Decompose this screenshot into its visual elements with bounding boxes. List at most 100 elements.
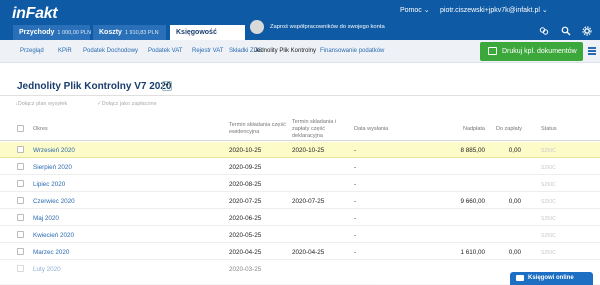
row-okres-link[interactable]: Maj 2020 bbox=[33, 215, 59, 222]
row-do-zaplaty: 0,00 bbox=[508, 147, 521, 154]
app-logo[interactable]: inFakt bbox=[12, 5, 58, 23]
row-termin-ewid: 2020-09-25 bbox=[229, 164, 262, 171]
user-menu[interactable]: piotr.ciszewski+jpkv7k@infakt.pl ⌄ bbox=[440, 6, 548, 14]
chat-bubble-icon bbox=[516, 275, 524, 281]
row-checkbox[interactable] bbox=[17, 248, 24, 255]
row-okres-link[interactable]: Wrzesień 2020 bbox=[33, 147, 75, 154]
row-checkbox[interactable] bbox=[17, 231, 24, 238]
tab-przychody[interactable]: Przychody 1 000,00 PLN bbox=[13, 25, 92, 40]
row-status: SZKIC bbox=[541, 216, 556, 222]
row-okres-link[interactable]: Lipiec 2020 bbox=[33, 181, 65, 188]
bulk-action-label: Dołącz plan wysyłek bbox=[17, 101, 68, 107]
row-status: SZKIC bbox=[541, 233, 556, 239]
row-checkbox[interactable] bbox=[17, 197, 24, 204]
bulk-action-label: Dołącz jako zapłacone bbox=[101, 101, 157, 107]
table-row[interactable]: Lipiec 2020 2020-08-25 - SZKIC bbox=[0, 176, 600, 192]
bulk-action-paid[interactable]: ✓ Dołącz jako zapłacone bbox=[97, 101, 157, 107]
tab-amount: 1 000,00 PLN bbox=[57, 30, 92, 36]
row-termin-ewid: 2020-10-25 bbox=[229, 147, 262, 154]
row-termin-ewid: 2020-06-25 bbox=[229, 215, 262, 222]
help-link[interactable]: Pomoc ⌄ bbox=[400, 6, 430, 14]
row-data-wyslania: - bbox=[354, 249, 357, 256]
row-data-wyslania: - bbox=[354, 198, 357, 205]
row-okres-link[interactable]: Kwiecień 2020 bbox=[33, 232, 74, 239]
header-nadplata[interactable]: Nadpłata bbox=[448, 126, 485, 133]
row-data-wyslania: - bbox=[354, 181, 357, 188]
chat-label: Księgowi online bbox=[528, 275, 574, 281]
row-okres-link[interactable]: Marzec 2020 bbox=[33, 249, 69, 256]
row-termin-ewid: 2020-07-25 bbox=[229, 198, 262, 205]
row-termin-dekl: 2020-10-25 bbox=[292, 147, 325, 154]
table-row[interactable]: Maj 2020 2020-06-25 - SZKIC bbox=[0, 210, 600, 226]
row-status: SZKIC bbox=[541, 148, 556, 154]
divider bbox=[0, 95, 600, 96]
row-data-wyslania: - bbox=[354, 215, 357, 222]
row-status: SZKIC bbox=[541, 182, 556, 188]
header-termin-dekl[interactable]: Termin składania i zapłaty część deklara… bbox=[292, 119, 350, 140]
subnav-przeglad[interactable]: Przegląd bbox=[20, 48, 44, 54]
row-checkbox[interactable] bbox=[17, 163, 24, 170]
table-row[interactable]: Kwiecień 2020 2020-05-25 - SZKIC bbox=[0, 227, 600, 243]
top-bar: inFakt Przychody 1 000,00 PLN Koszty 1 910… bbox=[0, 0, 600, 40]
table-header: Okres Termin składania część ewidencyjna… bbox=[0, 114, 600, 141]
top-links: Pomoc ⌄ piotr.ciszewski+jpkv7k@infakt.pl… bbox=[400, 6, 600, 20]
search-icon[interactable] bbox=[561, 26, 571, 36]
menu-icon[interactable] bbox=[588, 47, 596, 55]
row-status: SZKIC bbox=[541, 199, 556, 205]
header-status[interactable]: Status bbox=[541, 126, 557, 133]
subnav-podatek-dochodowy[interactable]: Podatek Dochodowy bbox=[83, 48, 138, 54]
row-checkbox[interactable] bbox=[17, 265, 24, 272]
row-status: SZKIC bbox=[541, 165, 556, 171]
header-data-wyslania[interactable]: Data wysłania bbox=[354, 126, 388, 133]
row-nadplata: 8 885,00 bbox=[460, 147, 485, 154]
tab-koszty[interactable]: Koszty 1 910,83 PLN bbox=[93, 25, 166, 40]
row-data-wyslania: - bbox=[354, 164, 357, 171]
subnav-jpk[interactable]: Jednolity Plik Kontrolny bbox=[254, 48, 316, 54]
row-termin-ewid: 2020-08-25 bbox=[229, 181, 262, 188]
header-termin-ewid[interactable]: Termin składania część ewidencyjna bbox=[229, 122, 287, 136]
chat-widget[interactable]: Księgowi online bbox=[510, 272, 593, 285]
print-button-label: Drukuj kpl. dokumentów bbox=[502, 48, 577, 55]
row-okres-link[interactable]: Sierpień 2020 bbox=[33, 164, 72, 171]
row-data-wyslania: - bbox=[354, 232, 357, 239]
row-checkbox[interactable] bbox=[17, 146, 24, 153]
gear-icon[interactable] bbox=[582, 26, 592, 36]
row-do-zaplaty: 0,00 bbox=[508, 198, 521, 205]
table-row[interactable]: Czerwiec 2020 2020-07-25 2020-07-25 - 9 … bbox=[0, 193, 600, 209]
tab-label: Koszty bbox=[99, 29, 122, 36]
select-all-checkbox[interactable] bbox=[17, 125, 24, 132]
subnav-kpir[interactable]: KPiR bbox=[58, 48, 72, 54]
printer-icon bbox=[488, 47, 497, 55]
subnav-rejestr-vat[interactable]: Rejestr VAT bbox=[192, 48, 223, 54]
row-data-wyslania: - bbox=[354, 147, 357, 154]
row-termin-dekl: 2020-07-25 bbox=[292, 198, 325, 205]
bulk-action-schedule[interactable]: ↓ Dołącz plan wysyłek bbox=[15, 101, 67, 107]
invite-text: Zaproś współpracowników do swojego konta bbox=[270, 24, 385, 30]
table-row[interactable]: Wrzesień 2020 2020-10-25 2020-10-25 - 8 … bbox=[0, 142, 600, 158]
subnav-finansowanie[interactable]: Finansowanie podatków bbox=[320, 48, 384, 54]
subnav-podatek-vat[interactable]: Podatek VAT bbox=[148, 48, 182, 54]
year-dropdown[interactable]: ▾ bbox=[162, 81, 172, 91]
row-okres-link[interactable]: Czerwiec 2020 bbox=[33, 198, 75, 205]
top-icons bbox=[520, 26, 600, 38]
tab-ksiegowosc[interactable]: Księgowość bbox=[170, 25, 245, 40]
page-title: Jednolity Plik Kontrolny V7 2020 bbox=[17, 81, 172, 92]
tab-amount: 1 910,83 PLN bbox=[124, 30, 159, 36]
row-nadplata: 1 610,00 bbox=[460, 249, 485, 256]
print-documents-button[interactable]: Drukuj kpl. dokumentów bbox=[480, 42, 583, 61]
row-status: SZKIC bbox=[541, 250, 556, 256]
row-termin-dekl: 2020-04-25 bbox=[292, 249, 325, 256]
header-do-zaplaty[interactable]: Do zapłaty bbox=[488, 126, 522, 133]
row-nadplata: 9 660,00 bbox=[460, 198, 485, 205]
row-do-zaplaty: 0,00 bbox=[508, 249, 521, 256]
row-okres-link[interactable]: Luty 2020 bbox=[33, 266, 61, 273]
header-okres[interactable]: Okres bbox=[33, 126, 48, 133]
table-row[interactable]: Sierpień 2020 2020-09-25 - SZKIC bbox=[0, 159, 600, 175]
invite-coworkers[interactable]: Zaproś współpracowników do swojego konta bbox=[250, 18, 400, 38]
table-row[interactable]: Marzec 2020 2020-04-25 2020-04-25 - 1 61… bbox=[0, 244, 600, 260]
cart-icon[interactable] bbox=[539, 26, 549, 36]
user-add-icon bbox=[250, 20, 264, 34]
row-checkbox[interactable] bbox=[17, 180, 24, 187]
row-checkbox[interactable] bbox=[17, 214, 24, 221]
row-termin-ewid: 2020-03-25 bbox=[229, 266, 262, 273]
